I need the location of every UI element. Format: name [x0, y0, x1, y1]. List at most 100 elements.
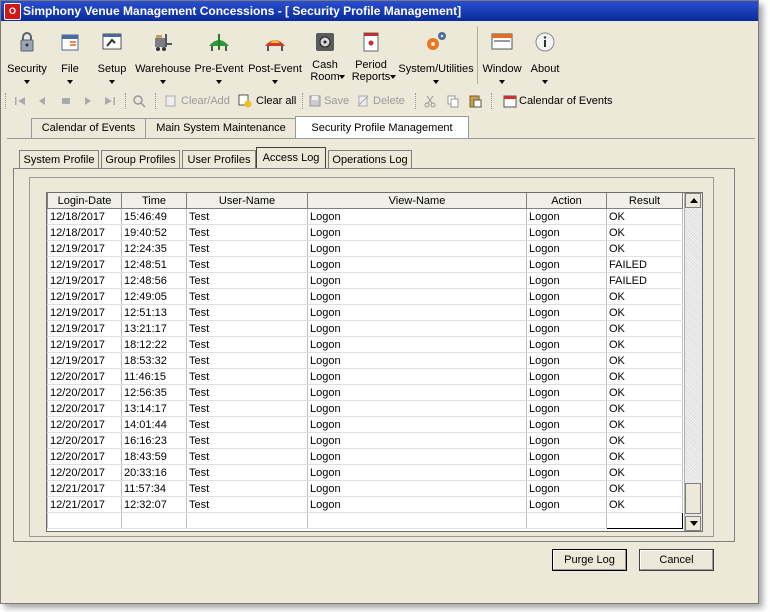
- cell-login-date[interactable]: 12/19/2017: [47, 320, 122, 337]
- table-row[interactable]: 12/20/2017 13:14:17 Test Logon Logon OK: [47, 400, 683, 417]
- cell-user-name[interactable]: Test: [186, 256, 308, 273]
- cell-time[interactable]: 13:21:17: [121, 320, 187, 337]
- cell-result[interactable]: OK: [606, 384, 683, 401]
- cell-user-name[interactable]: Test: [186, 384, 308, 401]
- cell-action[interactable]: Logon: [526, 496, 607, 513]
- calendar-of-events-button[interactable]: Calendar of Events: [519, 92, 613, 110]
- column-header-action[interactable]: Action: [526, 193, 607, 209]
- table-row[interactable]: 12/18/2017 15:46:49 Test Logon Logon OK: [47, 208, 683, 225]
- cell-user-name[interactable]: Test: [186, 224, 308, 241]
- cell-time[interactable]: 12:49:05: [121, 288, 187, 305]
- stop-icon[interactable]: [59, 94, 73, 108]
- previous-record-icon[interactable]: [35, 94, 49, 108]
- table-row[interactable]: 12/19/2017 12:24:35 Test Logon Logon OK: [47, 240, 683, 257]
- clear-add-button[interactable]: Clear/Add: [181, 92, 230, 110]
- cell-user-name[interactable]: Test: [186, 496, 308, 513]
- menu-cash-room[interactable]: Cash Room: [304, 22, 346, 88]
- cell-user-name[interactable]: Test: [186, 368, 308, 385]
- cell-login-date[interactable]: 12/20/2017: [47, 416, 122, 433]
- cell-result[interactable]: OK: [606, 432, 683, 449]
- scroll-up-button[interactable]: [685, 193, 701, 208]
- cell-view-name[interactable]: Logon: [307, 400, 527, 417]
- cell-action[interactable]: Logon: [526, 400, 607, 417]
- delete-button[interactable]: Delete: [373, 92, 405, 110]
- cell-login-date[interactable]: 12/19/2017: [47, 352, 122, 369]
- cell-result[interactable]: OK: [606, 496, 683, 513]
- menu-file[interactable]: File: [51, 22, 89, 88]
- cell-time[interactable]: 20:33:16: [121, 464, 187, 481]
- cell-login-date[interactable]: 12/20/2017: [47, 448, 122, 465]
- cell-login-date[interactable]: 12/20/2017: [47, 368, 122, 385]
- cell-login-date[interactable]: [47, 512, 122, 529]
- cell-user-name[interactable]: Test: [186, 432, 308, 449]
- cell-login-date[interactable]: 12/19/2017: [47, 272, 122, 289]
- cell-view-name[interactable]: Logon: [307, 272, 527, 289]
- tab-access-log[interactable]: Access Log: [256, 147, 326, 169]
- cell-time[interactable]: 11:46:15: [121, 368, 187, 385]
- cell-time[interactable]: 16:16:23: [121, 432, 187, 449]
- cell-action[interactable]: [526, 512, 607, 529]
- table-row[interactable]: 12/19/2017 12:51:13 Test Logon Logon OK: [47, 304, 683, 321]
- cell-user-name[interactable]: Test: [186, 240, 308, 257]
- table-row[interactable]: 12/19/2017 12:48:56 Test Logon Logon FAILED: [47, 272, 683, 289]
- cell-user-name[interactable]: Test: [186, 448, 308, 465]
- cell-time[interactable]: 18:12:22: [121, 336, 187, 353]
- tab-user-profiles[interactable]: User Profiles: [182, 150, 256, 169]
- table-row[interactable]: 12/20/2017 18:43:59 Test Logon Logon OK: [47, 448, 683, 465]
- cell-action[interactable]: Logon: [526, 480, 607, 497]
- scroll-thumb[interactable]: [685, 483, 701, 514]
- cell-user-name[interactable]: Test: [186, 480, 308, 497]
- cell-user-name[interactable]: Test: [186, 304, 308, 321]
- cell-user-name[interactable]: Test: [186, 464, 308, 481]
- save-button[interactable]: Save: [324, 92, 349, 110]
- cell-time[interactable]: 19:40:52: [121, 224, 187, 241]
- cell-view-name[interactable]: Logon: [307, 224, 527, 241]
- cell-time[interactable]: 12:24:35: [121, 240, 187, 257]
- cell-result[interactable]: OK: [606, 224, 683, 241]
- cell-user-name[interactable]: Test: [186, 288, 308, 305]
- first-record-icon[interactable]: [13, 94, 27, 108]
- cell-time[interactable]: 12:56:35: [121, 384, 187, 401]
- cell-action[interactable]: Logon: [526, 256, 607, 273]
- column-header-view-name[interactable]: View-Name: [307, 193, 527, 209]
- cell-result[interactable]: OK: [606, 320, 683, 337]
- cell-view-name[interactable]: Logon: [307, 368, 527, 385]
- cell-result[interactable]: OK: [606, 352, 683, 369]
- cell-result[interactable]: OK: [606, 368, 683, 385]
- menu-post-event[interactable]: Post-Event: [246, 22, 304, 88]
- menu-security[interactable]: Security: [3, 22, 51, 88]
- cut-icon[interactable]: [423, 94, 437, 108]
- cell-view-name[interactable]: Logon: [307, 384, 527, 401]
- cell-action[interactable]: Logon: [526, 320, 607, 337]
- search-icon[interactable]: [132, 94, 146, 108]
- cell-action[interactable]: Logon: [526, 368, 607, 385]
- cell-view-name[interactable]: Logon: [307, 256, 527, 273]
- cell-time[interactable]: [121, 512, 187, 529]
- cell-user-name[interactable]: Test: [186, 208, 308, 225]
- paste-icon[interactable]: [468, 94, 482, 108]
- cell-action[interactable]: Logon: [526, 336, 607, 353]
- cell-user-name[interactable]: Test: [186, 320, 308, 337]
- cell-view-name[interactable]: Logon: [307, 352, 527, 369]
- next-record-icon[interactable]: [81, 94, 95, 108]
- cell-time[interactable]: 11:57:34: [121, 480, 187, 497]
- cell-result[interactable]: OK: [606, 336, 683, 353]
- cell-action[interactable]: Logon: [526, 224, 607, 241]
- table-row[interactable]: 12/20/2017 16:16:23 Test Logon Logon OK: [47, 432, 683, 449]
- cell-action[interactable]: Logon: [526, 448, 607, 465]
- table-row[interactable]: 12/20/2017 11:46:15 Test Logon Logon OK: [47, 368, 683, 385]
- cell-result[interactable]: FAILED: [606, 272, 683, 289]
- cell-login-date[interactable]: 12/19/2017: [47, 240, 122, 257]
- cell-view-name[interactable]: Logon: [307, 240, 527, 257]
- menu-about[interactable]: About: [525, 22, 565, 88]
- cell-view-name[interactable]: Logon: [307, 208, 527, 225]
- table-row[interactable]: 12/20/2017 20:33:16 Test Logon Logon OK: [47, 464, 683, 481]
- cell-time[interactable]: 18:43:59: [121, 448, 187, 465]
- cell-action[interactable]: Logon: [526, 432, 607, 449]
- cell-action[interactable]: Logon: [526, 304, 607, 321]
- tab-security-profile-management[interactable]: Security Profile Management: [295, 116, 469, 139]
- access-log-grid[interactable]: Login-Date Time User-Name View-Name Acti…: [46, 192, 703, 532]
- table-row[interactable]: 12/19/2017 18:53:32 Test Logon Logon OK: [47, 352, 683, 369]
- cell-user-name[interactable]: Test: [186, 336, 308, 353]
- cell-login-date[interactable]: 12/20/2017: [47, 432, 122, 449]
